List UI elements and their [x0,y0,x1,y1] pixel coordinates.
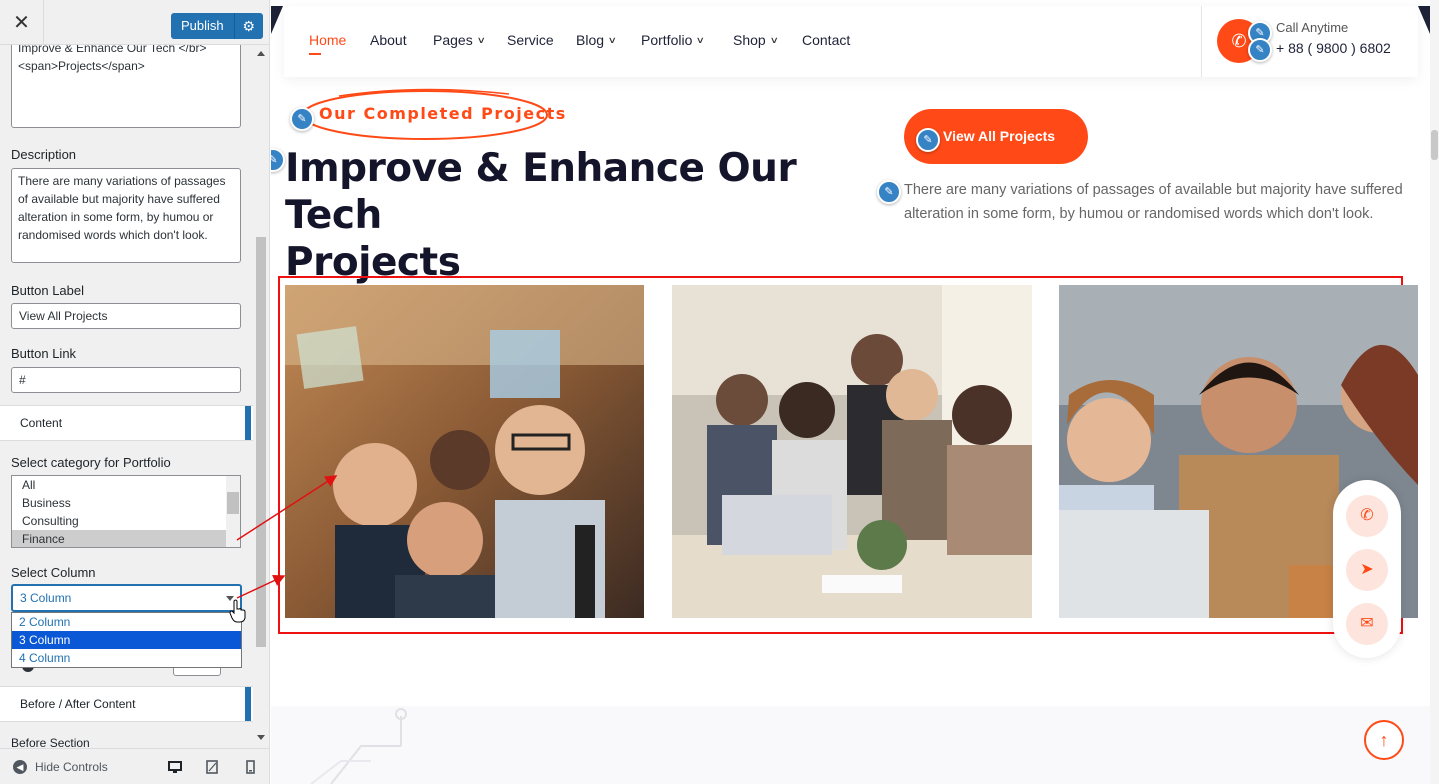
button-label-label: Button Label [11,283,85,298]
content-section-toggle[interactable]: Content [0,405,253,441]
edit-shortcut-pencil-icon[interactable]: ✎ [877,180,901,204]
customizer-header: ✕ Publish ⚙ [0,0,269,45]
project-image[interactable] [672,285,1032,618]
category-option[interactable]: Business [12,494,228,512]
customizer-footer: ◀ Hide Controls [0,748,269,784]
sidebar-scrollbar[interactable] [254,45,268,747]
tablet-preview-icon[interactable] [205,760,219,774]
scrollbar-thumb[interactable] [1431,130,1438,160]
preview-scrollbar[interactable] [1430,0,1439,784]
edit-shortcut-pencil-icon[interactable]: ✎ [1248,38,1272,62]
projects-grid-highlight [278,276,1418,634]
project-image[interactable] [285,285,644,618]
phone-number[interactable]: + 88 ( 9800 ) 6802 [1276,40,1391,56]
button-label-input[interactable]: View All Projects [11,303,241,329]
close-customizer-button[interactable]: ✕ [0,0,44,45]
publish-label[interactable]: Publish [171,13,235,39]
before-section-label: Before Section [11,736,90,747]
publish-settings-gear-icon[interactable]: ⚙ [235,13,263,39]
hide-controls-button[interactable]: ◀ Hide Controls [13,760,108,774]
header-contact: ✆ Call Anytime + 88 ( 9800 ) 6802 [1201,6,1418,77]
column-option[interactable]: 4 Column [12,649,241,667]
description-text: There are many variations of passages of… [18,174,226,242]
nav-service[interactable]: Service [507,32,554,48]
scroll-to-top-button[interactable]: ↑ [1364,720,1404,760]
site-preview: Home About Pages ∨ Service Blog ∨ Portfoli… [271,0,1439,784]
nav-about[interactable]: About [370,32,407,48]
category-label: Select category for Portfolio [11,455,171,470]
scrollbar-thumb[interactable] [256,237,266,647]
section-title: Improve & Enhance Our Tech Projects [285,145,845,286]
edit-shortcut-pencil-icon[interactable]: ✎ [290,107,314,131]
category-option[interactable]: Consulting [12,512,228,530]
category-scrollbar[interactable] [226,476,240,547]
publish-button[interactable]: Publish ⚙ [171,13,263,39]
view-all-projects-label: View All Projects [943,128,1056,144]
mail-icon[interactable]: ✉ [1346,603,1388,645]
site-header: Home About Pages ∨ Service Blog ∨ Portfoli… [284,6,1418,77]
active-underline [309,53,321,55]
circuit-decoration [310,708,407,784]
chevron-down-icon: ∨ [769,34,779,45]
column-select-value: 3 Column [20,591,72,605]
section-title-line1: Improve & Enhance Our Tech [285,146,797,238]
nav-pages[interactable]: Pages ∨ [433,32,486,48]
column-label: Select Column [11,565,96,580]
corner-decoration [271,6,283,34]
chevron-down-icon: ∨ [696,34,706,45]
mobile-preview-icon[interactable] [243,760,257,774]
category-multiselect[interactable]: All Business Consulting Finance [11,475,241,548]
scroll-up-icon[interactable] [257,51,265,56]
section-title-text: Improve & Enhance Our Tech </br> <span>P… [18,45,207,73]
desktop-preview-icon[interactable] [168,760,182,774]
column-select[interactable]: 3 Column [11,584,242,612]
column-dropdown-list[interactable]: 2 Column 3 Column 4 Column [11,612,242,668]
collapse-arrow-icon: ◀ [13,760,27,774]
section-description: There are many variations of passages of… [904,182,1403,222]
floating-contact-bar: ✆ ➤ ✉ [1333,480,1401,658]
customizer-controls: Improve & Enhance Our Tech </br> <span>P… [0,45,254,747]
before-after-section-toggle[interactable]: Before / After Content [0,686,253,722]
next-section-background [271,706,1430,784]
category-option-selected[interactable]: Finance [12,530,228,547]
scroll-down-icon[interactable] [257,735,265,740]
nav-blog[interactable]: Blog ∨ [576,32,617,48]
edit-shortcut-pencil-icon[interactable]: ✎ [271,148,285,172]
hide-controls-label: Hide Controls [35,760,108,774]
nav-shop[interactable]: Shop ∨ [733,32,779,48]
nav-portfolio[interactable]: Portfolio ∨ [641,32,706,48]
corner-decoration [1418,6,1430,34]
nav-contact[interactable]: Contact [802,32,850,48]
customizer-sidebar: ✕ Publish ⚙ Improve & Enhance Our Tech <… [0,0,270,784]
column-option-selected[interactable]: 3 Column [12,631,241,649]
chevron-down-icon: ∨ [476,34,486,45]
call-anytime-label: Call Anytime [1276,20,1349,35]
section-title-textarea[interactable]: Improve & Enhance Our Tech </br> <span>P… [11,45,241,128]
chevron-down-icon: ∨ [607,34,617,45]
location-arrow-icon[interactable]: ➤ [1346,549,1388,591]
description-label: Description [11,147,77,162]
column-option[interactable]: 2 Column [12,613,241,631]
button-link-label: Button Link [11,346,77,361]
nav-home[interactable]: Home [309,32,346,48]
hand-cursor-icon [229,599,246,623]
edit-shortcut-pencil-icon[interactable]: ✎ [916,128,940,152]
button-link-input[interactable]: # [11,367,241,393]
phone-icon[interactable]: ✆ [1346,495,1388,537]
description-textarea[interactable]: There are many variations of passages of… [11,168,241,263]
section-subtitle: Our Completed Projects [319,104,567,123]
category-option[interactable]: All [12,476,228,494]
